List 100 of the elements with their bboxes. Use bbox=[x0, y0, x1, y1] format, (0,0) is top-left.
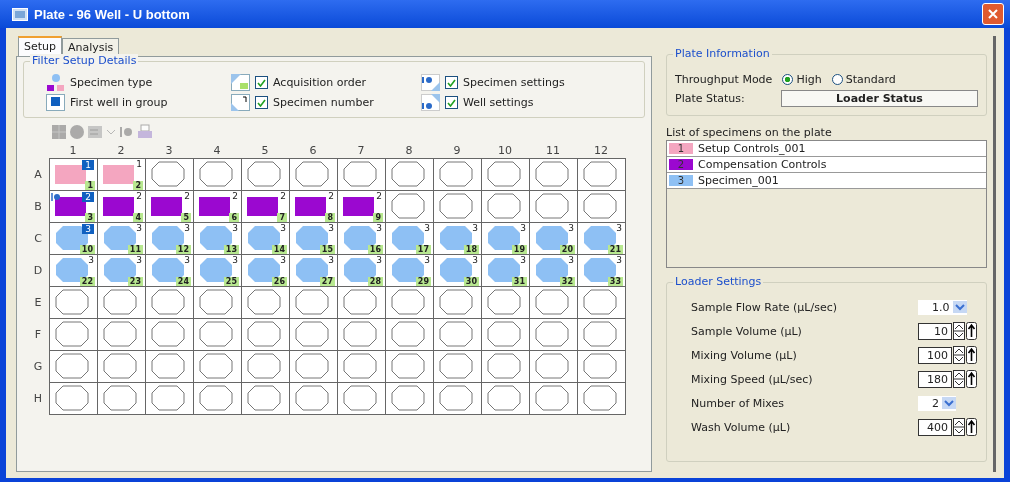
well-cell[interactable] bbox=[529, 190, 578, 223]
well-cell[interactable] bbox=[241, 318, 290, 351]
well-cell[interactable]: 2 5 bbox=[145, 190, 194, 223]
well-cell[interactable]: 3 23 bbox=[97, 254, 146, 287]
well-cell[interactable]: 3 25 bbox=[193, 254, 242, 287]
well-cell[interactable] bbox=[337, 350, 386, 383]
list-item[interactable]: 1 Setup Controls_001 bbox=[667, 141, 986, 157]
well-cell[interactable]: 3 21 bbox=[577, 222, 626, 255]
well-cell[interactable]: 3 30 bbox=[433, 254, 482, 287]
number-field[interactable]: 100 bbox=[918, 346, 952, 364]
well-cell[interactable] bbox=[577, 318, 626, 351]
well-cell[interactable]: 3 11 bbox=[97, 222, 146, 255]
well-cell[interactable]: 2 3 bbox=[49, 190, 98, 223]
close-button[interactable] bbox=[982, 3, 1004, 25]
well-cell[interactable] bbox=[385, 286, 434, 319]
well-cell[interactable] bbox=[481, 158, 530, 191]
well-cell[interactable]: 2 8 bbox=[289, 190, 338, 223]
well-cell[interactable] bbox=[385, 382, 434, 415]
well-cell[interactable]: 3 13 bbox=[193, 222, 242, 255]
well-cell[interactable] bbox=[481, 318, 530, 351]
well-cell[interactable]: 3 24 bbox=[145, 254, 194, 287]
well-cell[interactable] bbox=[337, 382, 386, 415]
well-cell[interactable]: 3 22 bbox=[49, 254, 98, 287]
well-cell[interactable] bbox=[337, 286, 386, 319]
well-cell[interactable]: 3 10 bbox=[49, 222, 98, 255]
well-cell[interactable] bbox=[481, 382, 530, 415]
well-cell[interactable]: 3 29 bbox=[385, 254, 434, 287]
dropdown[interactable]: 2 bbox=[918, 395, 956, 411]
well-cell[interactable] bbox=[385, 318, 434, 351]
well-cell[interactable]: 3 12 bbox=[145, 222, 194, 255]
well-cell[interactable] bbox=[481, 286, 530, 319]
well-cell[interactable] bbox=[49, 382, 98, 415]
well-cell[interactable]: 3 31 bbox=[481, 254, 530, 287]
well-cell[interactable] bbox=[433, 382, 482, 415]
well-cell[interactable] bbox=[337, 158, 386, 191]
well-cell[interactable]: 3 19 bbox=[481, 222, 530, 255]
spinner-arrows-icon[interactable] bbox=[953, 322, 965, 340]
well-cell[interactable] bbox=[289, 382, 338, 415]
spinner-arrows-icon[interactable] bbox=[953, 346, 965, 364]
checkbox[interactable] bbox=[255, 76, 268, 89]
well-cell[interactable]: 1 2 bbox=[97, 158, 146, 191]
well-cell[interactable] bbox=[577, 382, 626, 415]
up-arrow-icon[interactable] bbox=[966, 346, 977, 364]
up-arrow-icon[interactable] bbox=[966, 370, 977, 388]
well-cell[interactable] bbox=[97, 318, 146, 351]
well-cell[interactable]: 3 18 bbox=[433, 222, 482, 255]
well-cell[interactable] bbox=[577, 350, 626, 383]
up-arrow-icon[interactable] bbox=[966, 322, 977, 340]
well-cell[interactable] bbox=[529, 382, 578, 415]
well-cell[interactable] bbox=[145, 158, 194, 191]
dropdown[interactable]: 1.0 bbox=[918, 299, 967, 315]
well-cell[interactable] bbox=[97, 350, 146, 383]
well-cell[interactable] bbox=[529, 158, 578, 191]
well-cell[interactable] bbox=[577, 158, 626, 191]
well-cell[interactable] bbox=[193, 382, 242, 415]
number-field[interactable]: 180 bbox=[918, 370, 952, 388]
list-item[interactable]: 3 Specimen_001 bbox=[667, 173, 986, 189]
tab[interactable]: Setup bbox=[18, 36, 63, 56]
well-cell[interactable] bbox=[529, 286, 578, 319]
well-cell[interactable] bbox=[49, 286, 98, 319]
well-cell[interactable] bbox=[481, 350, 530, 383]
well-cell[interactable] bbox=[193, 318, 242, 351]
well-cell[interactable] bbox=[49, 350, 98, 383]
radio-label[interactable]: High bbox=[796, 73, 822, 86]
well-cell[interactable]: 3 27 bbox=[289, 254, 338, 287]
radio-label[interactable]: Standard bbox=[845, 73, 896, 86]
well-cell[interactable] bbox=[97, 286, 146, 319]
well-cell[interactable] bbox=[529, 350, 578, 383]
well-cell[interactable] bbox=[433, 158, 482, 191]
well-cell[interactable]: 3 16 bbox=[337, 222, 386, 255]
well-cell[interactable]: 3 17 bbox=[385, 222, 434, 255]
well-cell[interactable] bbox=[481, 190, 530, 223]
spinner-arrows-icon[interactable] bbox=[953, 418, 965, 436]
well-cell[interactable]: 2 9 bbox=[337, 190, 386, 223]
well-cell[interactable]: 1 1 bbox=[49, 158, 98, 191]
checkbox[interactable] bbox=[445, 96, 458, 109]
well-cell[interactable] bbox=[529, 318, 578, 351]
well-cell[interactable]: 3 15 bbox=[289, 222, 338, 255]
well-cell[interactable] bbox=[289, 286, 338, 319]
well-cell[interactable] bbox=[145, 318, 194, 351]
well-cell[interactable]: 2 7 bbox=[241, 190, 290, 223]
well-cell[interactable] bbox=[145, 286, 194, 319]
well-cell[interactable] bbox=[385, 158, 434, 191]
well-cell[interactable]: 3 26 bbox=[241, 254, 290, 287]
well-cell[interactable] bbox=[433, 286, 482, 319]
well-cell[interactable] bbox=[193, 286, 242, 319]
well-cell[interactable] bbox=[289, 158, 338, 191]
up-arrow-icon[interactable] bbox=[966, 418, 977, 436]
well-cell[interactable] bbox=[193, 350, 242, 383]
well-cell[interactable]: 2 4 bbox=[97, 190, 146, 223]
well-cell[interactable]: 3 14 bbox=[241, 222, 290, 255]
well-cell[interactable]: 3 33 bbox=[577, 254, 626, 287]
well-cell[interactable] bbox=[577, 286, 626, 319]
well-cell[interactable]: 2 6 bbox=[193, 190, 242, 223]
well-cell[interactable] bbox=[49, 318, 98, 351]
well-cell[interactable] bbox=[289, 318, 338, 351]
well-cell[interactable] bbox=[433, 318, 482, 351]
radio-button[interactable] bbox=[782, 74, 794, 85]
well-cell[interactable] bbox=[193, 158, 242, 191]
list-item[interactable]: 2 Compensation Controls bbox=[667, 157, 986, 173]
